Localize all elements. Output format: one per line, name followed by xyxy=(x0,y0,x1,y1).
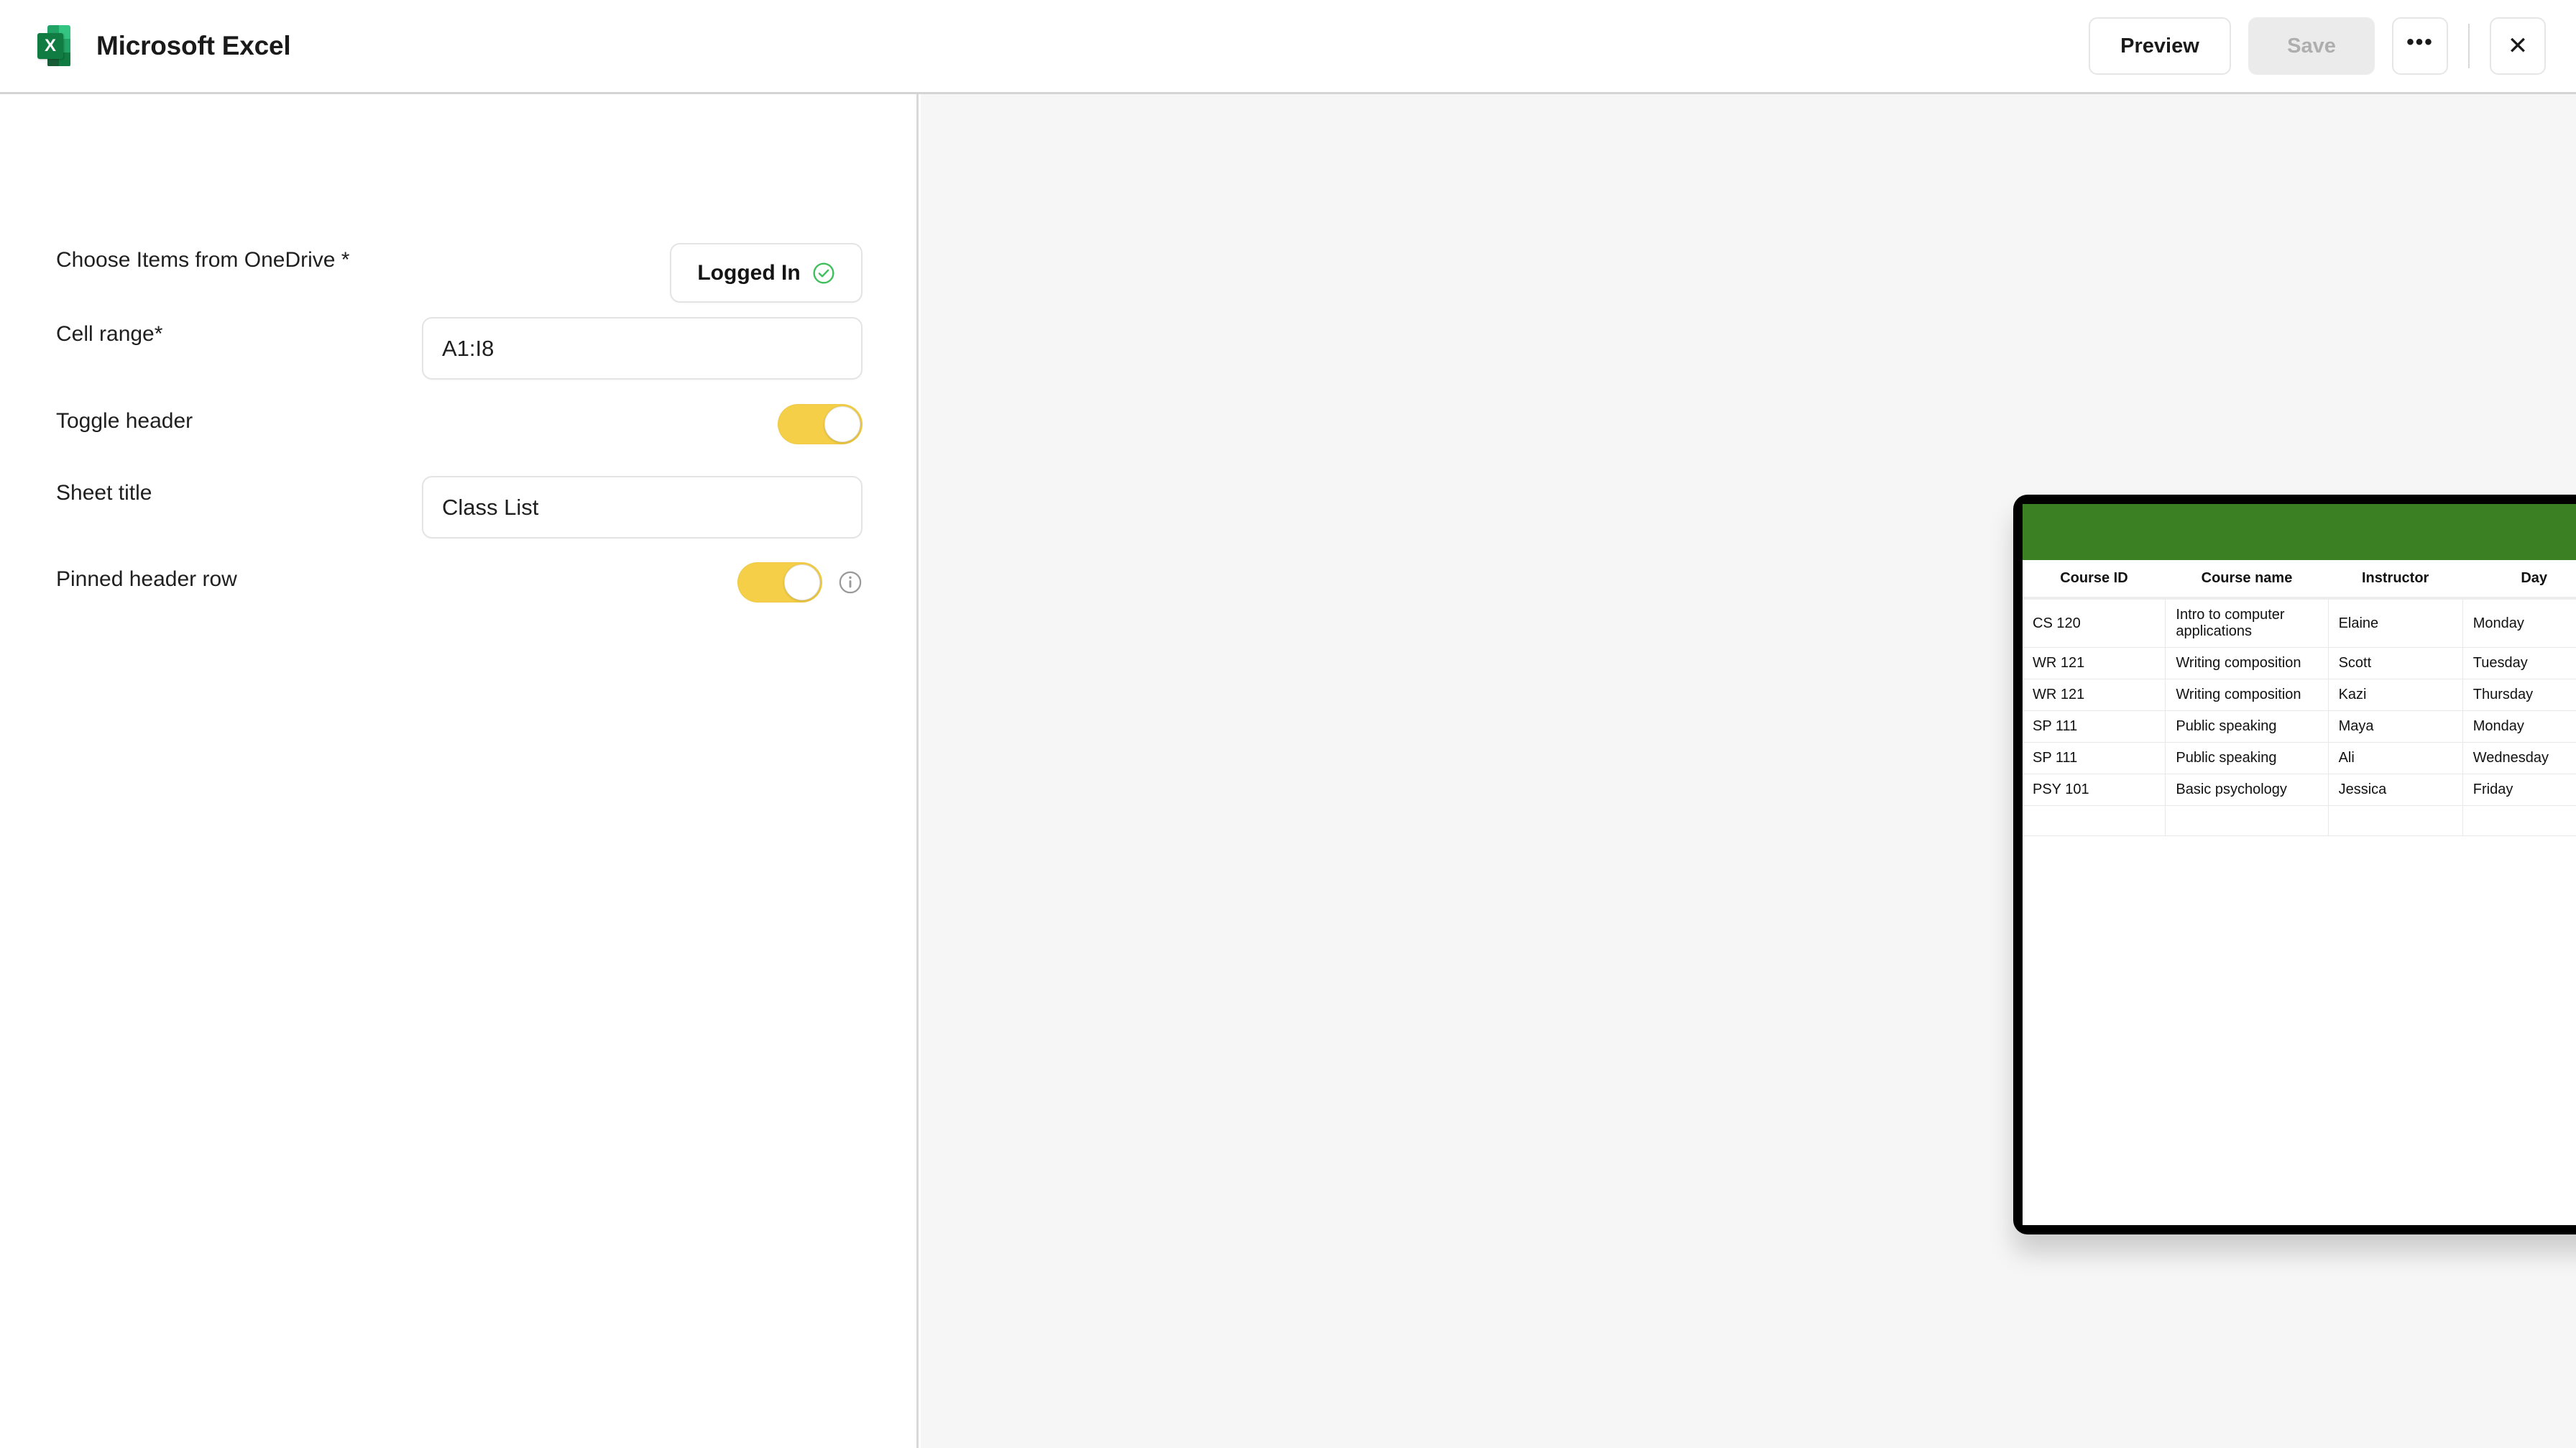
table-cell: Maya xyxy=(2328,710,2463,743)
table-cell: CS 120 xyxy=(2023,598,2166,648)
table-cell: WR 121 xyxy=(2023,679,2166,711)
preview-panel: X Class List xyxy=(921,94,2576,1448)
column-header: Day xyxy=(2462,560,2576,600)
header-divider xyxy=(2468,24,2470,68)
table-body: CS 120 Intro to computer applications El… xyxy=(2023,598,2576,836)
table-cell xyxy=(2023,805,2166,836)
table-cell: Monday xyxy=(2462,598,2576,648)
device-screen: X Class List xyxy=(2023,504,2576,1225)
excel-logo-icon: X xyxy=(37,25,70,67)
save-button[interactable]: Save xyxy=(2248,17,2375,75)
cell-range-input[interactable] xyxy=(422,317,862,380)
table-cell: Intro to computer applications xyxy=(2165,598,2329,648)
onedrive-login-label: Logged In xyxy=(697,260,801,285)
sheet-empty-area xyxy=(2023,836,2576,1225)
table-cell: WR 121 xyxy=(2023,647,2166,679)
info-icon[interactable] xyxy=(838,570,862,595)
table-cell: Thursday xyxy=(2462,679,2576,711)
table-cell xyxy=(2328,805,2463,836)
ellipsis-icon[interactable]: ••• xyxy=(2392,17,2448,75)
close-icon[interactable]: ✕ xyxy=(2490,17,2546,75)
table-cell: Friday xyxy=(2462,774,2576,806)
table-row: SP 111 Public speaking Ali Wednesday 202… xyxy=(2023,742,2576,774)
toggle-header-switch[interactable] xyxy=(778,404,862,444)
table-cell: Elaine xyxy=(2328,598,2463,648)
table-cell: Tuesday xyxy=(2462,647,2576,679)
table-cell: SP 111 xyxy=(2023,710,2166,743)
table-cell xyxy=(2165,805,2329,836)
toggle-knob xyxy=(784,564,820,600)
sheet-header-bar: X Class List xyxy=(2023,504,2576,560)
table-cell: Writing composition xyxy=(2165,679,2329,711)
table-cell: Jessica xyxy=(2328,774,2463,806)
onedrive-login-button[interactable]: Logged In xyxy=(670,243,862,303)
table-row: WR 121 Writing composition Kazi Thursday… xyxy=(2023,679,2576,711)
pinned-header-switch[interactable] xyxy=(737,562,822,602)
field-row-toggle-header: Toggle header xyxy=(56,404,862,444)
sheet-table: Course ID Course name Instructor Day Yea… xyxy=(2023,560,2576,836)
sheet-title-input[interactable] xyxy=(422,476,862,539)
table-cell: Wednesday xyxy=(2462,742,2576,774)
excel-logo-letter: X xyxy=(37,33,63,59)
field-row-onedrive: Choose Items from OneDrive * Logged In xyxy=(56,243,862,303)
field-row-cell-range: Cell range* xyxy=(56,317,862,380)
table-row xyxy=(2023,805,2576,836)
toggle-knob xyxy=(824,406,860,442)
table-header-row: Course ID Course name Instructor Day Yea… xyxy=(2023,560,2576,600)
table-cell: Writing composition xyxy=(2165,647,2329,679)
table-row: PSY 101 Basic psychology Jessica Friday … xyxy=(2023,774,2576,806)
table-row: CS 120 Intro to computer applications El… xyxy=(2023,598,2576,648)
column-header: Course ID xyxy=(2023,560,2166,600)
table-row: SP 111 Public speaking Maya Monday 2022 … xyxy=(2023,710,2576,743)
brand: X Microsoft Excel xyxy=(0,25,291,67)
field-row-sheet-title: Sheet title xyxy=(56,476,862,539)
table-cell xyxy=(2462,805,2576,836)
field-label-sheet-title: Sheet title xyxy=(56,481,152,505)
check-circle-icon xyxy=(813,262,834,284)
page-title: Microsoft Excel xyxy=(96,31,291,60)
field-label-toggle-header: Toggle header xyxy=(56,409,193,433)
column-header: Instructor xyxy=(2328,560,2463,600)
field-label-onedrive: Choose Items from OneDrive * xyxy=(56,248,350,272)
table-cell: Public speaking xyxy=(2165,742,2329,774)
table-cell: Scott xyxy=(2328,647,2463,679)
field-label-cell-range: Cell range* xyxy=(56,322,163,346)
app-header: X Microsoft Excel Preview Save ••• ✕ xyxy=(0,0,2576,94)
table-row: WR 121 Writing composition Scott Tuesday… xyxy=(2023,647,2576,679)
header-actions: Preview Save ••• ✕ xyxy=(2089,17,2576,75)
field-label-pinned-header: Pinned header row xyxy=(56,567,237,591)
table-cell: Ali xyxy=(2328,742,2463,774)
preview-button[interactable]: Preview xyxy=(2089,17,2231,75)
table-cell: Basic psychology xyxy=(2165,774,2329,806)
table-cell: Monday xyxy=(2462,710,2576,743)
table-cell: Public speaking xyxy=(2165,710,2329,743)
table-cell: Kazi xyxy=(2328,679,2463,711)
device-preview-frame: X Class List xyxy=(2013,495,2576,1234)
field-row-pinned-header: Pinned header row xyxy=(56,562,862,602)
column-header: Course name xyxy=(2165,560,2329,600)
settings-panel: Choose Items from OneDrive * Logged In C… xyxy=(0,94,919,1448)
table-cell: PSY 101 xyxy=(2023,774,2166,806)
table-cell: SP 111 xyxy=(2023,742,2166,774)
